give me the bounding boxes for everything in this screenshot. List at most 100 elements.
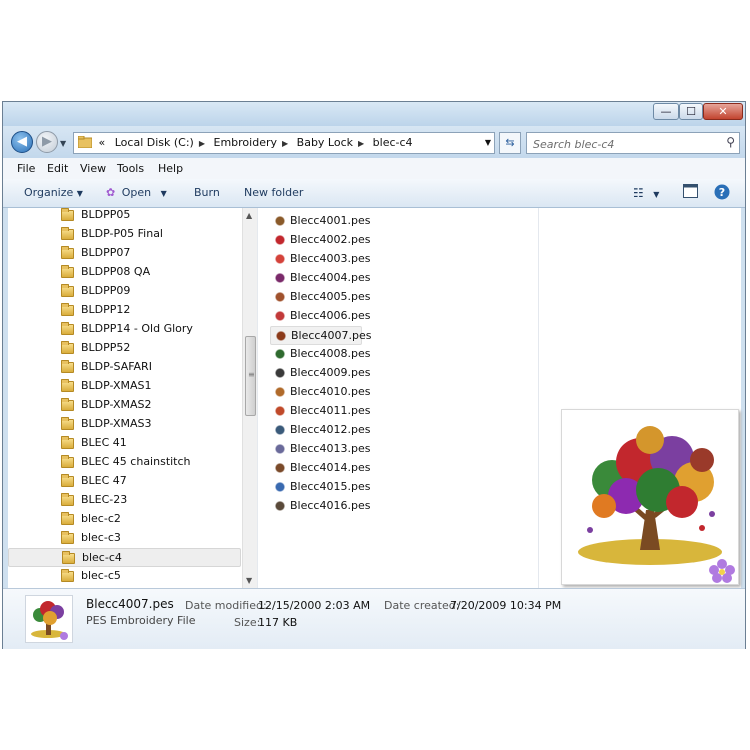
chevron-right-icon[interactable]: ▶ <box>282 139 288 148</box>
file-item-label: Blecc4001.pes <box>290 214 371 227</box>
date-created-label: Date created: <box>384 599 460 612</box>
menu-edit[interactable]: Edit <box>47 162 68 175</box>
file-item[interactable]: Blecc4013.pes <box>270 440 370 459</box>
date-created-value: 7/20/2009 10:34 PM <box>450 599 562 612</box>
close-button[interactable]: ✕ <box>703 103 743 120</box>
embroidery-thumbnail-icon <box>274 273 286 284</box>
file-item[interactable]: Blecc4002.pes <box>270 231 370 250</box>
folder-icon <box>61 474 74 487</box>
file-item[interactable]: Blecc4009.pes <box>270 364 370 383</box>
menu-file[interactable]: File <box>17 162 35 175</box>
embroidery-thumbnail-icon <box>274 254 286 265</box>
tree-item[interactable]: blec-c4 <box>8 548 241 567</box>
tree-item[interactable]: BLEC 45 chainstitch <box>8 453 241 472</box>
organize-button[interactable]: Organize ▼ <box>24 186 83 199</box>
scroll-up-icon[interactable]: ▲ <box>246 211 252 220</box>
history-dropdown-icon[interactable]: ▼ <box>60 139 66 148</box>
tree-item[interactable]: BLDPP08 QA <box>8 263 241 282</box>
title-bar[interactable]: — ☐ ✕ <box>3 102 745 126</box>
tree-item[interactable]: BLDP-XMAS1 <box>8 377 241 396</box>
file-item[interactable]: Blecc4006.pes <box>270 307 370 326</box>
chevron-right-icon[interactable]: ▶ <box>358 139 364 148</box>
breadcrumb-baby-lock[interactable]: Baby Lock <box>297 136 353 149</box>
menu-help[interactable]: Help <box>158 162 183 175</box>
file-item-label: Blecc4011.pes <box>290 404 371 417</box>
tree-item[interactable]: BLDP-XMAS3 <box>8 415 241 434</box>
scrollbar-thumb[interactable]: ≡ <box>245 336 256 416</box>
tree-item[interactable]: BLEC 47 <box>8 472 241 491</box>
tree-item[interactable]: BLDP-SAFARI <box>8 358 241 377</box>
file-item[interactable]: Blecc4008.pes <box>270 345 370 364</box>
file-item-label: Blecc4010.pes <box>290 385 371 398</box>
tree-item[interactable]: BLEC 41 <box>8 434 241 453</box>
tree-item[interactable]: BLEC-23 <box>8 491 241 510</box>
file-item[interactable]: Blecc4014.pes <box>270 459 370 478</box>
tree-item[interactable]: BLDPP12 <box>8 301 241 320</box>
details-filetype: PES Embroidery File <box>86 614 196 627</box>
chevron-right-icon[interactable]: ▶ <box>199 139 205 148</box>
tree-item[interactable]: BLDPP52 <box>8 339 241 358</box>
search-icon[interactable]: ⚲ <box>726 135 735 149</box>
file-item[interactable]: Blecc4004.pes <box>270 269 370 288</box>
tree-item-label: blec-c4 <box>82 551 122 564</box>
tree-item[interactable]: BLDPP05 <box>8 208 241 225</box>
open-button[interactable]: ✿ Open ▼ <box>106 186 167 199</box>
navigation-pane[interactable]: BLDPP05 BLDP-P05 Final BLDPP07 BLDPP08 QA BL… <box>8 208 241 588</box>
chevron-down-icon[interactable]: ▼ <box>485 133 491 153</box>
tree-item[interactable]: BLDP-P05 Final <box>8 225 241 244</box>
navigation-scrollbar[interactable]: ▲ ≡ ▼ <box>242 208 257 588</box>
preview-divider[interactable] <box>538 208 539 588</box>
tree-item-label: BLDPP07 <box>81 246 131 259</box>
folder-icon <box>61 493 74 506</box>
file-list[interactable]: Blecc4001.pes Blecc4002.pes Blecc4003.pes B… <box>270 208 540 588</box>
folder-icon <box>61 246 74 259</box>
open-label: Open <box>121 186 152 199</box>
maximize-button[interactable]: ☐ <box>679 103 703 120</box>
folder-icon <box>61 379 74 392</box>
tree-item-label: BLEC 45 chainstitch <box>81 455 191 468</box>
tree-item[interactable]: BLDPP07 <box>8 244 241 263</box>
file-item[interactable]: Blecc4010.pes <box>270 383 370 402</box>
view-options-button[interactable]: ☷ ▼ <box>633 186 659 200</box>
address-bar[interactable]: « Local Disk (C:) ▶ Embroidery ▶ Baby Lock… <box>73 132 495 154</box>
tree-item[interactable]: blec-c3 <box>8 529 241 548</box>
embroidery-thumbnail-icon <box>274 482 286 493</box>
folder-icon <box>61 569 74 582</box>
pane-splitter[interactable] <box>257 208 258 588</box>
file-item[interactable]: Blecc4012.pes <box>270 421 370 440</box>
tree-item[interactable]: blec-c2 <box>8 510 241 529</box>
back-button[interactable]: ◀ <box>11 131 33 153</box>
details-thumbnail <box>25 595 73 643</box>
new-folder-button[interactable]: New folder <box>244 186 303 199</box>
file-item-label: Blecc4015.pes <box>290 480 371 493</box>
breadcrumb-local-disk[interactable]: Local Disk (C:) <box>115 136 194 149</box>
forward-button[interactable]: ▶ <box>36 131 58 153</box>
minimize-button[interactable]: — <box>653 103 679 120</box>
file-item[interactable]: Blecc4005.pes <box>270 288 370 307</box>
autumn-tree-image <box>578 426 735 583</box>
tree-item[interactable]: BLDPP09 <box>8 282 241 301</box>
file-item[interactable]: Blecc4011.pes <box>270 402 370 421</box>
file-item-label: Blecc4002.pes <box>290 233 371 246</box>
breadcrumb-overflow[interactable]: « <box>99 136 106 149</box>
file-item[interactable]: Blecc4007.pes <box>270 326 371 345</box>
refresh-button[interactable]: ⇆ <box>499 132 521 154</box>
tree-item[interactable]: BLDPP14 - Old Glory <box>8 320 241 339</box>
breadcrumb-blec-c4[interactable]: blec-c4 <box>373 136 413 149</box>
help-button[interactable]: ? <box>714 184 730 203</box>
breadcrumb-embroidery[interactable]: Embroidery <box>214 136 278 149</box>
file-item[interactable]: Blecc4003.pes <box>270 250 370 269</box>
file-item[interactable]: Blecc4015.pes <box>270 478 370 497</box>
preview-pane-button[interactable] <box>683 184 698 201</box>
file-item[interactable]: Blecc4001.pes <box>270 212 370 231</box>
scroll-down-icon[interactable]: ▼ <box>246 576 252 585</box>
burn-button[interactable]: Burn <box>194 186 220 199</box>
tree-item[interactable]: blec-c5 <box>8 567 241 586</box>
search-input[interactable] <box>531 134 715 155</box>
search-box[interactable]: ⚲ <box>526 132 740 155</box>
menu-view[interactable]: View <box>80 162 106 175</box>
file-item-label: Blecc4016.pes <box>290 499 371 512</box>
tree-item[interactable]: BLDP-XMAS2 <box>8 396 241 415</box>
file-item[interactable]: Blecc4016.pes <box>270 497 370 516</box>
menu-tools[interactable]: Tools <box>117 162 144 175</box>
